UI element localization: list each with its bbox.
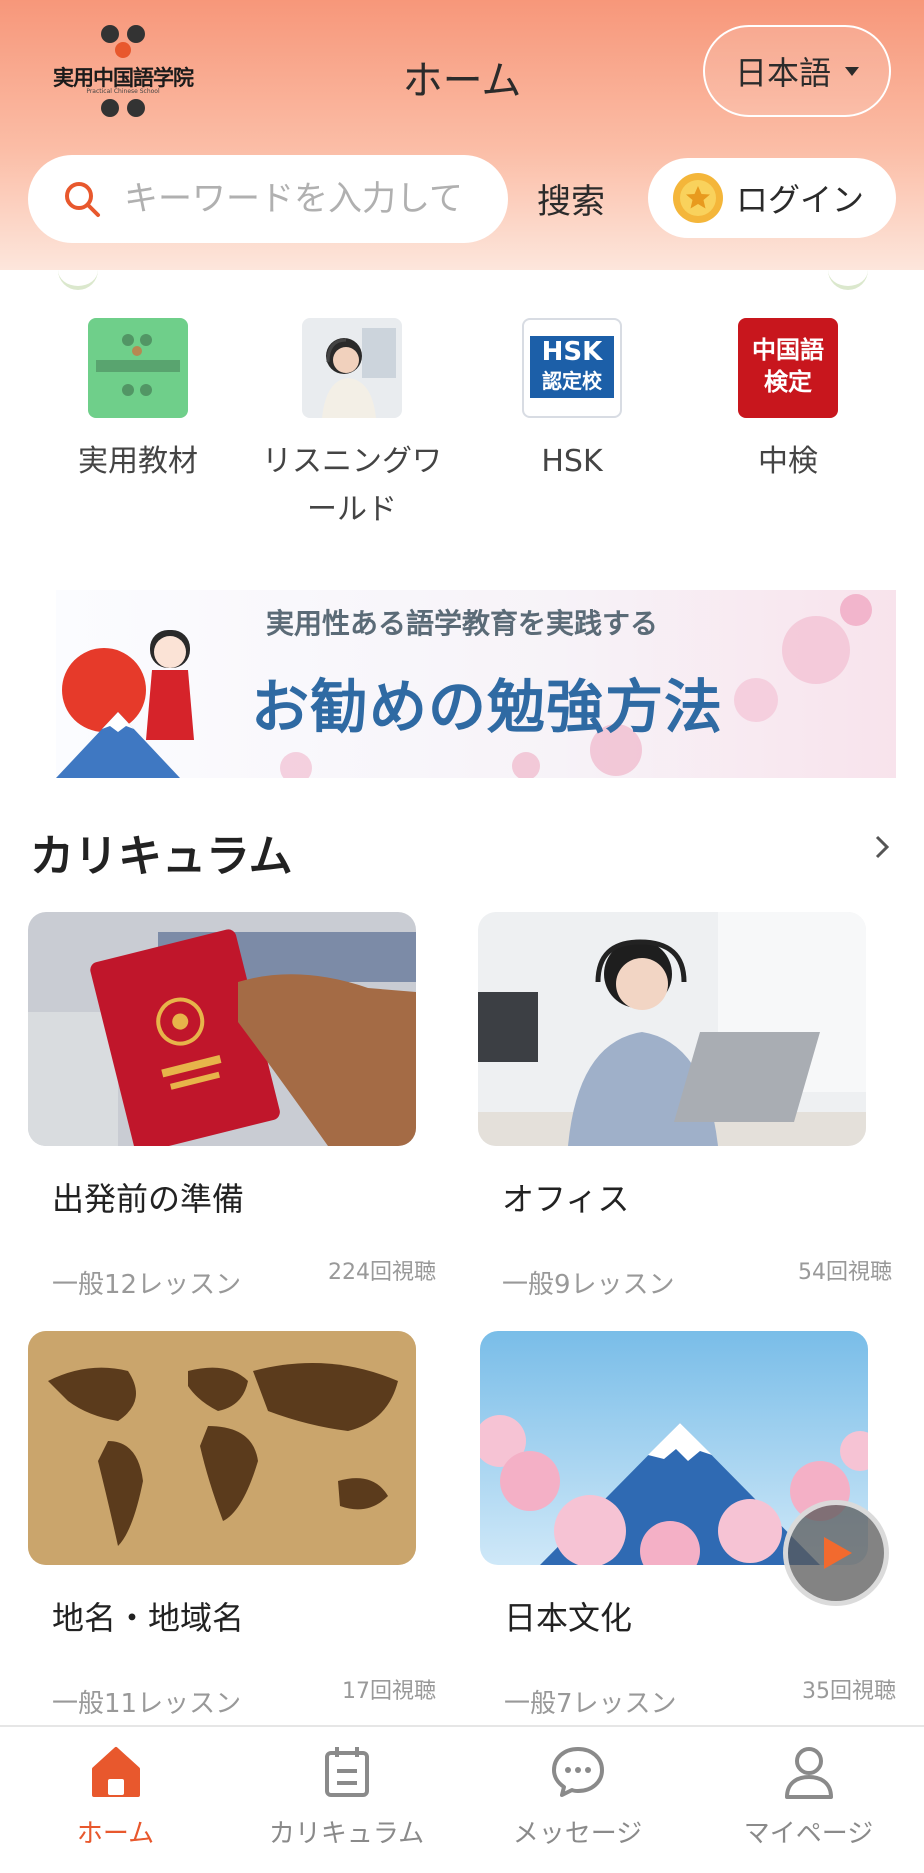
caret-down-icon (845, 66, 859, 76)
swiper-edge-left (58, 270, 98, 290)
course-lessons: 一般11レッスン (52, 1689, 242, 1719)
course-card[interactable]: 出発前の準備 一般12レッスン 224回視聴 (28, 912, 436, 1300)
hsk-icon: HSK 認定校 (522, 318, 622, 418)
quick-item-label: リスニングワールド (262, 444, 442, 527)
quick-item-listening-world[interactable]: リスニングワールド (242, 318, 462, 534)
login-label: ログイン (736, 181, 865, 219)
search-box[interactable] (28, 155, 508, 243)
course-card[interactable]: オフィス 一般9レッスン 54回視聴 (478, 912, 892, 1300)
quick-item-chuken[interactable]: 中国語 検定 中検 (678, 318, 898, 486)
banner-title: お勧めの勉強方法 (251, 673, 724, 741)
school-logo[interactable]: 実用中国語学院 Practical Chinese School (48, 22, 198, 118)
quick-item-practical-materials[interactable]: 実用教材 (28, 318, 248, 486)
tab-label: カリキュラム (268, 1819, 425, 1849)
floating-play-button[interactable] (783, 1500, 889, 1606)
tab-messages[interactable]: メッセージ (462, 1741, 693, 1850)
passport-photo (28, 912, 416, 1146)
language-selector[interactable]: 日本語 (703, 25, 891, 117)
section-title-curriculum: カリキュラム (30, 831, 293, 882)
hsk-badge-text: HSK (541, 337, 603, 367)
swiper-edge-right (828, 270, 868, 290)
bottom-tab-bar: ホーム カリキュラム メッセージ マイページ (0, 1725, 924, 1873)
practical-materials-icon (88, 318, 188, 418)
course-title: オフィス (502, 1180, 630, 1218)
quick-menu: 実用教材 リスニングワールド HSK 認定校 HSK 中国語 検定 中検 (0, 318, 924, 538)
play-icon (824, 1537, 852, 1569)
page-title: ホーム (402, 58, 522, 104)
tab-label: メッセージ (512, 1819, 643, 1849)
user-icon (784, 1747, 833, 1799)
tab-label: ホーム (76, 1819, 155, 1849)
banner-subtitle: 実用性ある語学教育を実践する (266, 607, 659, 640)
office-photo (478, 912, 866, 1146)
course-views: 17回視聴 (342, 1679, 436, 1704)
quick-item-label: HSK (541, 444, 603, 479)
tab-home[interactable]: ホーム (0, 1741, 231, 1850)
course-title: 地名・地域名 (52, 1599, 245, 1637)
calendar-icon (324, 1747, 369, 1797)
tab-curriculum[interactable]: カリキュラム (231, 1741, 462, 1850)
tab-mypage[interactable]: マイページ (693, 1741, 924, 1850)
search-icon (65, 182, 100, 217)
listening-world-icon (302, 318, 402, 418)
chuken-icon: 中国語 検定 (738, 318, 838, 418)
course-views: 54回視聴 (798, 1260, 892, 1285)
quick-item-label: 実用教材 (78, 444, 198, 479)
world-map-photo (28, 1331, 416, 1565)
hsk-badge-sub: 認定校 (542, 369, 602, 393)
promo-banner[interactable]: 実用性ある語学教育を実践する お勧めの勉強方法 (56, 590, 896, 778)
course-lessons: 一般9レッスン (502, 1270, 675, 1300)
app-header: 実用中国語学院 Practical Chinese School ホーム 日本語… (0, 0, 924, 270)
tab-label: マイページ (743, 1819, 874, 1849)
course-views: 224回視聴 (328, 1260, 436, 1285)
logo-subtitle: Practical Chinese School (86, 88, 160, 95)
chat-icon (551, 1747, 604, 1797)
quick-item-hsk[interactable]: HSK 認定校 HSK (462, 318, 682, 486)
home-icon (91, 1747, 140, 1797)
language-label: 日本語 (734, 54, 831, 92)
chevron-right-icon[interactable] (872, 832, 892, 862)
course-lessons: 一般7レッスン (504, 1689, 677, 1719)
chuken-badge-text: 中国語 検定 (752, 336, 824, 396)
login-button[interactable]: ログイン (648, 158, 896, 238)
course-card[interactable]: 地名・地域名 一般11レッスン 17回視聴 (28, 1331, 436, 1719)
quick-item-label: 中検 (758, 444, 818, 479)
course-lessons: 一般12レッスン (52, 1270, 242, 1300)
course-views: 35回視聴 (802, 1679, 896, 1704)
search-button[interactable]: 搜索 (537, 174, 605, 223)
course-title: 出発前の準備 (52, 1180, 245, 1218)
search-input[interactable] (124, 179, 484, 219)
course-title: 日本文化 (504, 1599, 633, 1637)
coin-star-icon (673, 173, 723, 223)
